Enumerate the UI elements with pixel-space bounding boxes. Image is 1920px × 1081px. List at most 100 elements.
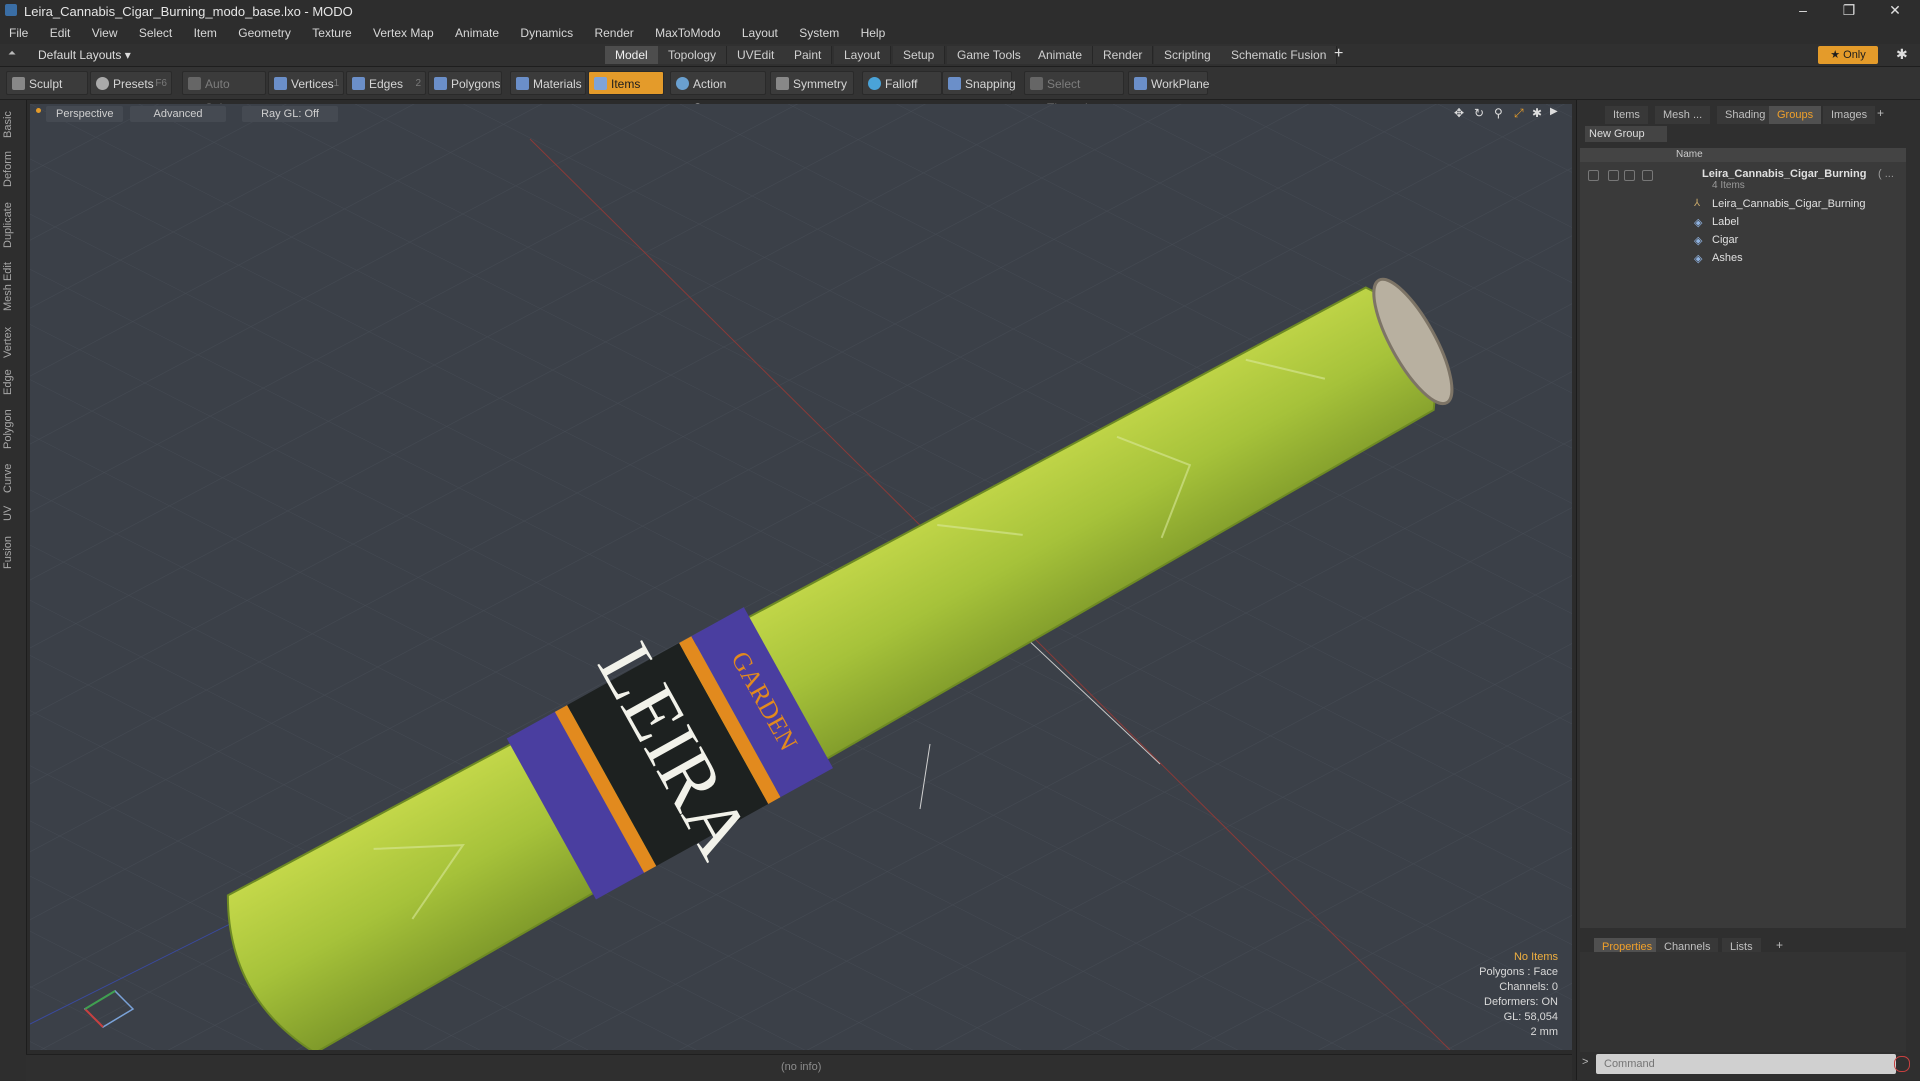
snapping-button[interactable]: Snapping xyxy=(942,71,1016,95)
lock-toggle-icon[interactable] xyxy=(1624,170,1635,181)
menu-texture[interactable]: Texture xyxy=(303,22,360,44)
tab-vertex[interactable]: Vertex xyxy=(2,322,22,362)
viewport-settings-icon[interactable]: ✱ xyxy=(1532,106,1542,120)
menu-maxtomodo[interactable]: MaxToModo xyxy=(646,22,729,44)
tab-model[interactable]: Model xyxy=(605,46,659,64)
list-item[interactable]: ◈ Label xyxy=(1580,214,1906,232)
fit-view-icon[interactable]: ⤢ xyxy=(1514,106,1524,121)
viewport-menu-arrow-icon[interactable]: ▶ xyxy=(1550,106,1558,117)
edges-button[interactable]: Edges 2 xyxy=(346,71,426,95)
tab-polygon[interactable]: Polygon xyxy=(2,404,22,454)
add-panel-tab-button[interactable]: + xyxy=(1877,106,1884,120)
tab-paint[interactable]: Paint xyxy=(784,46,833,64)
zoom-view-icon[interactable]: ⚲ xyxy=(1494,106,1503,120)
item-name-root: Leira_Cannabis_Cigar_Burning xyxy=(1712,198,1866,210)
view-type-dropdown[interactable]: Perspective xyxy=(46,106,124,122)
stats-gl: GL: 58,054 xyxy=(1503,1011,1558,1023)
menu-file[interactable]: File xyxy=(0,22,37,44)
tab-fusion[interactable]: Fusion xyxy=(2,532,22,572)
tab-scripting[interactable]: Scripting xyxy=(1154,46,1222,64)
menu-select[interactable]: Select xyxy=(130,22,181,44)
command-input[interactable] xyxy=(1596,1054,1896,1074)
group-row[interactable]: Leira_Cannabis_Cigar_Burning ( ... 4 Ite… xyxy=(1580,166,1906,194)
minimize-button[interactable]: – xyxy=(1780,0,1826,22)
tab-animate[interactable]: Animate xyxy=(1028,46,1094,64)
tab-items[interactable]: Items xyxy=(1605,106,1648,124)
layout-tab-row: ⏶ Default Layouts ▾ Model Topology UVEdi… xyxy=(0,44,1920,67)
tab-mesh-edit[interactable]: Mesh Edit xyxy=(2,258,22,316)
rotate-view-icon[interactable]: ↻ xyxy=(1474,106,1484,120)
tab-topology[interactable]: Topology xyxy=(658,46,728,64)
properties-panel xyxy=(1580,952,1906,1052)
tab-deform[interactable]: Deform xyxy=(2,148,22,190)
tab-groups[interactable]: Groups xyxy=(1769,106,1822,124)
menu-dynamics[interactable]: Dynamics xyxy=(511,22,582,44)
vertices-button[interactable]: Vertices 1 xyxy=(268,71,344,95)
menu-geometry[interactable]: Geometry xyxy=(229,22,300,44)
action-center-button[interactable]: Action Center xyxy=(670,71,766,115)
sculpt-button[interactable]: Sculpt xyxy=(6,71,88,95)
new-group-button[interactable]: New Group xyxy=(1585,126,1667,142)
left-tool-tabs: Basic Deform Duplicate Mesh Edit Vertex … xyxy=(0,100,27,1080)
polygons-button[interactable]: Polygons xyxy=(428,71,502,95)
polygons-icon xyxy=(434,77,447,90)
tab-mesh[interactable]: Mesh ... xyxy=(1655,106,1711,124)
tab-images[interactable]: Images xyxy=(1823,106,1876,124)
viewport-indicator-icon xyxy=(36,108,41,113)
menu-edit[interactable]: Edit xyxy=(41,22,80,44)
select-through-button[interactable]: Select Through xyxy=(1024,71,1124,115)
gear-icon[interactable]: ✱ xyxy=(1896,46,1908,63)
command-clear-icon[interactable] xyxy=(1894,1056,1910,1072)
workplane-button[interactable]: WorkPlane xyxy=(1128,71,1209,95)
menu-item[interactable]: Item xyxy=(185,22,226,44)
list-item[interactable]: ◈ Ashes xyxy=(1580,250,1906,268)
3d-viewport[interactable]: LEIRA GARDEN No Items Polygons : Face Ch… xyxy=(30,104,1572,1050)
add-bottom-tab-button[interactable]: + xyxy=(1776,938,1783,952)
tab-render[interactable]: Render xyxy=(1093,46,1154,64)
tab-edge[interactable]: Edge xyxy=(2,366,22,398)
move-view-icon[interactable]: ✥ xyxy=(1454,106,1464,120)
main-toolbar: Sculpt PresetsF6 Auto Select Vertices1 E… xyxy=(0,67,1920,115)
tab-schematic-fusion[interactable]: Schematic Fusion xyxy=(1221,46,1338,64)
menu-vertex-map[interactable]: Vertex Map xyxy=(364,22,443,44)
list-item[interactable]: ⅄ Leira_Cannabis_Cigar_Burning xyxy=(1580,196,1906,214)
only-toggle[interactable]: ★ Only xyxy=(1818,46,1878,64)
menu-render[interactable]: Render xyxy=(585,22,642,44)
shading-dropdown[interactable]: Advanced xyxy=(130,106,226,122)
close-button[interactable]: ✕ xyxy=(1872,0,1918,22)
tab-shading[interactable]: Shading xyxy=(1717,106,1774,124)
ray-gl-toggle[interactable]: Ray GL: Off xyxy=(242,106,338,122)
auto-select-button[interactable]: Auto Select xyxy=(182,71,266,115)
falloff-button[interactable]: Falloff xyxy=(862,71,942,95)
menu-layout[interactable]: Layout xyxy=(733,22,787,44)
menu-system[interactable]: System xyxy=(790,22,848,44)
tab-setup[interactable]: Setup xyxy=(893,46,946,64)
add-tab-button[interactable]: + xyxy=(1334,45,1343,63)
menu-animate[interactable]: Animate xyxy=(446,22,508,44)
tab-basic[interactable]: Basic xyxy=(2,108,22,142)
group-count: 4 Items xyxy=(1712,180,1745,191)
stats-channels: Channels: 0 xyxy=(1499,981,1558,993)
items-icon xyxy=(594,77,607,90)
visibility-eye-icon[interactable] xyxy=(1588,170,1599,181)
tab-duplicate[interactable]: Duplicate xyxy=(2,198,22,252)
render-toggle-icon[interactable] xyxy=(1608,170,1619,181)
menu-view[interactable]: View xyxy=(83,22,127,44)
tab-curve[interactable]: Curve xyxy=(2,460,22,496)
default-layouts-dropdown[interactable]: Default Layouts ▾ xyxy=(38,48,131,62)
vertices-icon xyxy=(274,77,287,90)
symmetry-button[interactable]: Symmetry xyxy=(770,71,854,95)
list-item[interactable]: ◈ Cigar xyxy=(1580,232,1906,250)
maximize-button[interactable]: ❐ xyxy=(1826,0,1872,22)
tab-uv[interactable]: UV xyxy=(2,502,22,524)
stats-deformers: Deformers: ON xyxy=(1484,996,1558,1008)
tab-game-tools[interactable]: Game Tools xyxy=(947,46,1032,64)
menu-help[interactable]: Help xyxy=(852,22,895,44)
materials-button[interactable]: Materials xyxy=(510,71,586,95)
presets-button[interactable]: Presets F6 xyxy=(90,71,172,95)
items-button[interactable]: Items xyxy=(588,71,664,95)
layout-collapse-icon[interactable]: ⏶ xyxy=(8,48,18,59)
tab-layout[interactable]: Layout xyxy=(834,46,892,64)
tab-uvedit[interactable]: UVEdit xyxy=(727,46,786,64)
select-toggle-icon[interactable] xyxy=(1642,170,1653,181)
